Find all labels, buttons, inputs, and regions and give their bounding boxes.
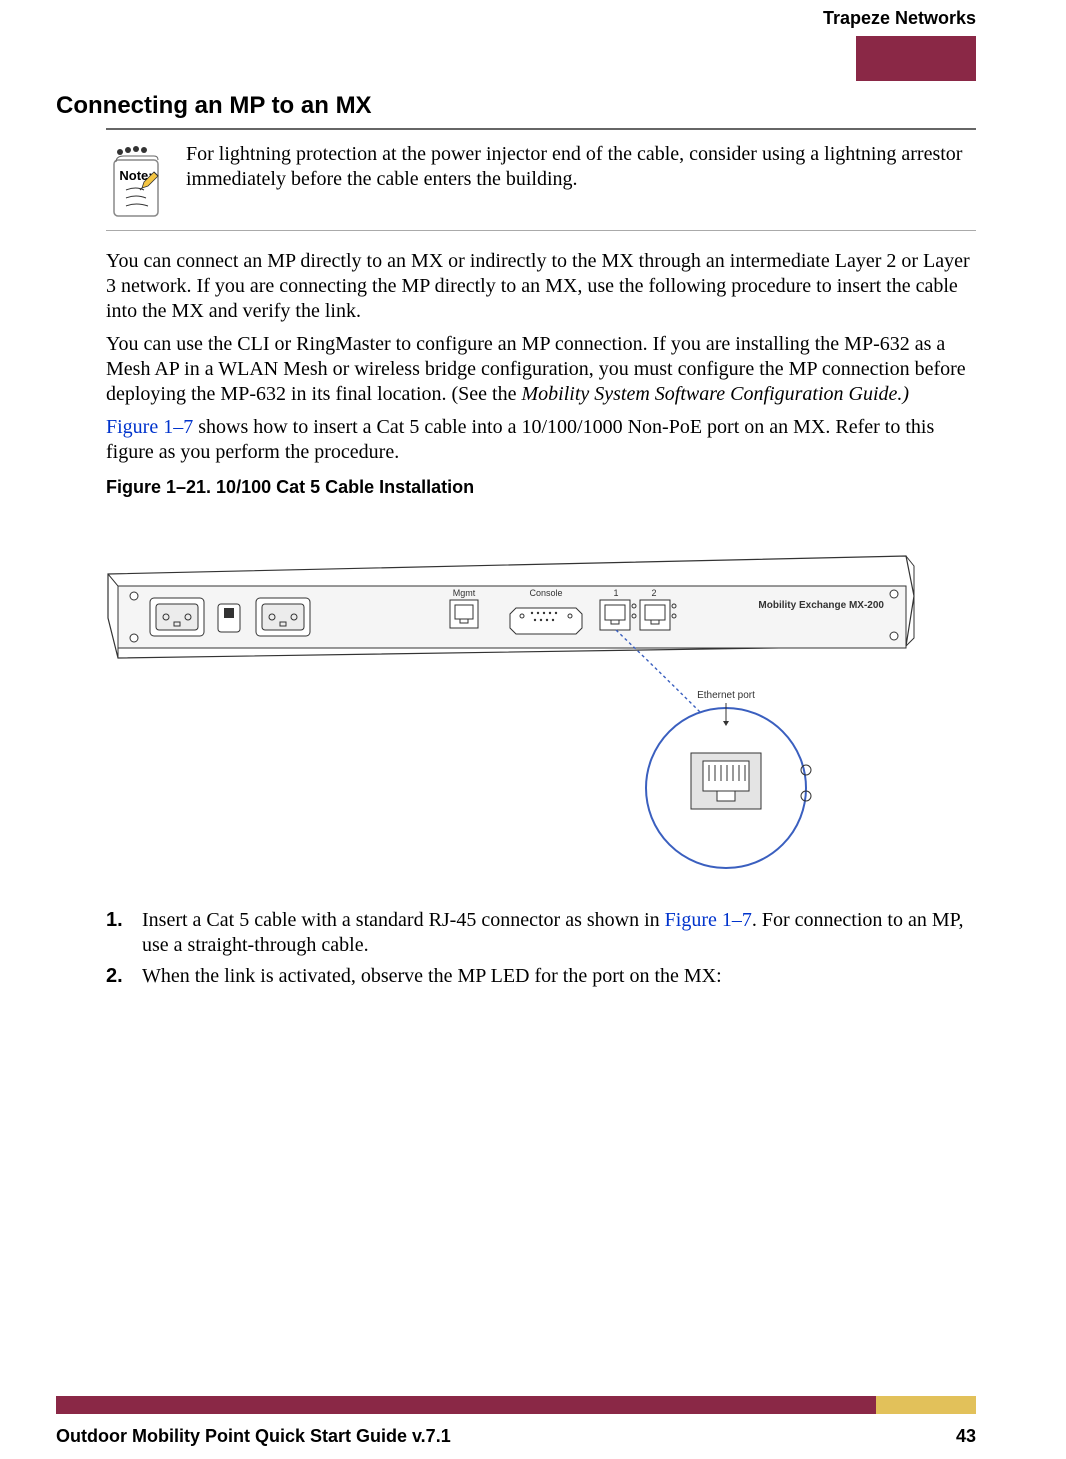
step-1-pre: Insert a Cat 5 cable with a standard RJ-… bbox=[142, 909, 665, 931]
note-block: Note: For lightning protection at the po… bbox=[106, 128, 976, 231]
paragraph-2-italic: Mobility System Software Configuration G… bbox=[522, 383, 910, 405]
section-heading: Connecting an MP to an MX bbox=[56, 92, 976, 120]
paragraph-3-rest: shows how to insert a Cat 5 cable into a… bbox=[106, 416, 934, 463]
note-text: For lightning protection at the power in… bbox=[186, 142, 976, 222]
step-1-num: 1. bbox=[106, 908, 130, 958]
svg-text:Console: Console bbox=[529, 588, 562, 598]
svg-text:Mgmt: Mgmt bbox=[453, 588, 476, 598]
brand-header: Trapeze Networks bbox=[823, 8, 976, 29]
page-content: Connecting an MP to an MX Note: For ligh… bbox=[56, 92, 976, 995]
svg-text:2: 2 bbox=[651, 588, 656, 598]
step-1-link[interactable]: Figure 1–7 bbox=[665, 909, 752, 931]
step-2-text: When the link is activated, observe the … bbox=[142, 964, 722, 989]
footer-title: Outdoor Mobility Point Quick Start Guide… bbox=[56, 1426, 451, 1447]
paragraph-3: Figure 1–7 shows how to insert a Cat 5 c… bbox=[106, 415, 976, 465]
svg-text:1: 1 bbox=[613, 588, 618, 598]
device-diagram: Mgmt Console 1 2 bbox=[106, 538, 916, 888]
footer-accent-bar bbox=[56, 1396, 976, 1414]
step-1-text: Insert a Cat 5 cable with a standard RJ-… bbox=[142, 908, 976, 958]
page-footer: Outdoor Mobility Point Quick Start Guide… bbox=[56, 1426, 976, 1447]
step-2-pre: When the link is activated, observe the … bbox=[142, 965, 722, 987]
figure-1-7-link[interactable]: Figure 1–7 bbox=[106, 416, 193, 438]
header-accent-bar bbox=[856, 36, 976, 81]
svg-text:Ethernet port: Ethernet port bbox=[697, 690, 755, 701]
step-2: 2. When the link is activated, observe t… bbox=[106, 964, 976, 989]
note-icon: Note: bbox=[106, 142, 166, 222]
figure-caption: Figure 1–21. 10/100 Cat 5 Cable Installa… bbox=[106, 477, 976, 498]
paragraph-1: You can connect an MP directly to an MX … bbox=[106, 249, 976, 324]
footer-page-number: 43 bbox=[956, 1426, 976, 1447]
steps-list: 1. Insert a Cat 5 cable with a standard … bbox=[106, 908, 976, 989]
step-1: 1. Insert a Cat 5 cable with a standard … bbox=[106, 908, 976, 958]
svg-text:Mobility Exchange MX-200: Mobility Exchange MX-200 bbox=[758, 600, 884, 611]
step-2-num: 2. bbox=[106, 964, 130, 989]
paragraph-2: You can use the CLI or RingMaster to con… bbox=[106, 332, 976, 407]
